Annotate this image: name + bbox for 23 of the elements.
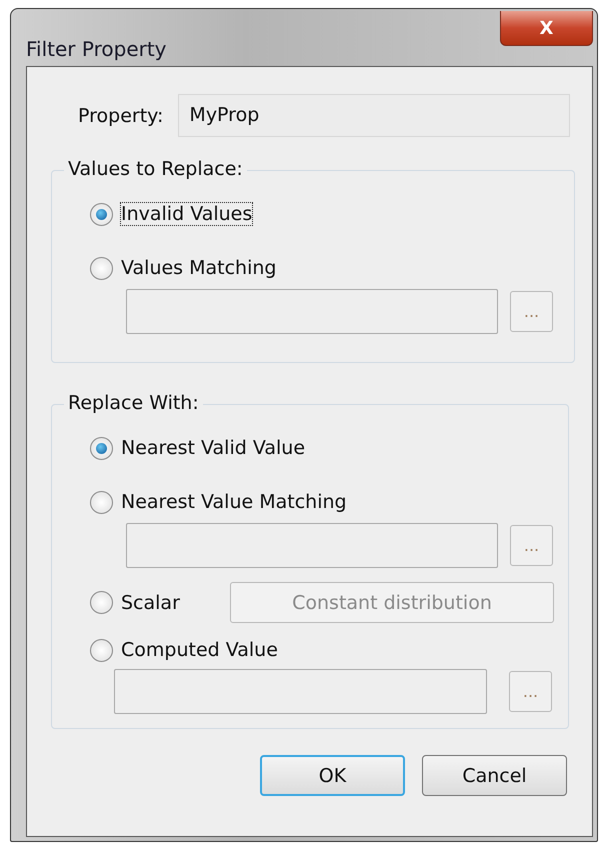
radio-button[interactable]	[90, 256, 113, 280]
input-field[interactable]	[126, 289, 498, 334]
group-title: Values to Replace:	[64, 158, 247, 180]
option-label[interactable]: Nearest Value Matching	[121, 491, 347, 513]
option-label[interactable]: Invalid Values	[121, 203, 252, 225]
option-label[interactable]: Computed Value	[121, 639, 278, 661]
property-label: Property:	[78, 104, 164, 126]
dialog-button[interactable]: OK	[260, 755, 405, 796]
radio-button[interactable]	[90, 436, 113, 460]
input-field[interactable]	[114, 669, 487, 714]
radio-button[interactable]	[90, 202, 113, 226]
option-label[interactable]: Scalar	[121, 592, 180, 614]
radio-button[interactable]	[90, 490, 113, 514]
input-field[interactable]	[126, 523, 498, 568]
radio-button[interactable]	[90, 638, 113, 662]
option-label[interactable]: Nearest Valid Value	[121, 437, 306, 459]
group-title: Replace With:	[64, 392, 203, 414]
radio-button[interactable]	[90, 591, 113, 614]
dialog-button[interactable]: Cancel	[422, 755, 567, 796]
window-title: Filter Property	[26, 37, 167, 61]
close-button[interactable]: X	[500, 11, 593, 46]
property-field[interactable]: MyProp	[178, 94, 570, 137]
option-label[interactable]: Values Matching	[121, 257, 276, 279]
